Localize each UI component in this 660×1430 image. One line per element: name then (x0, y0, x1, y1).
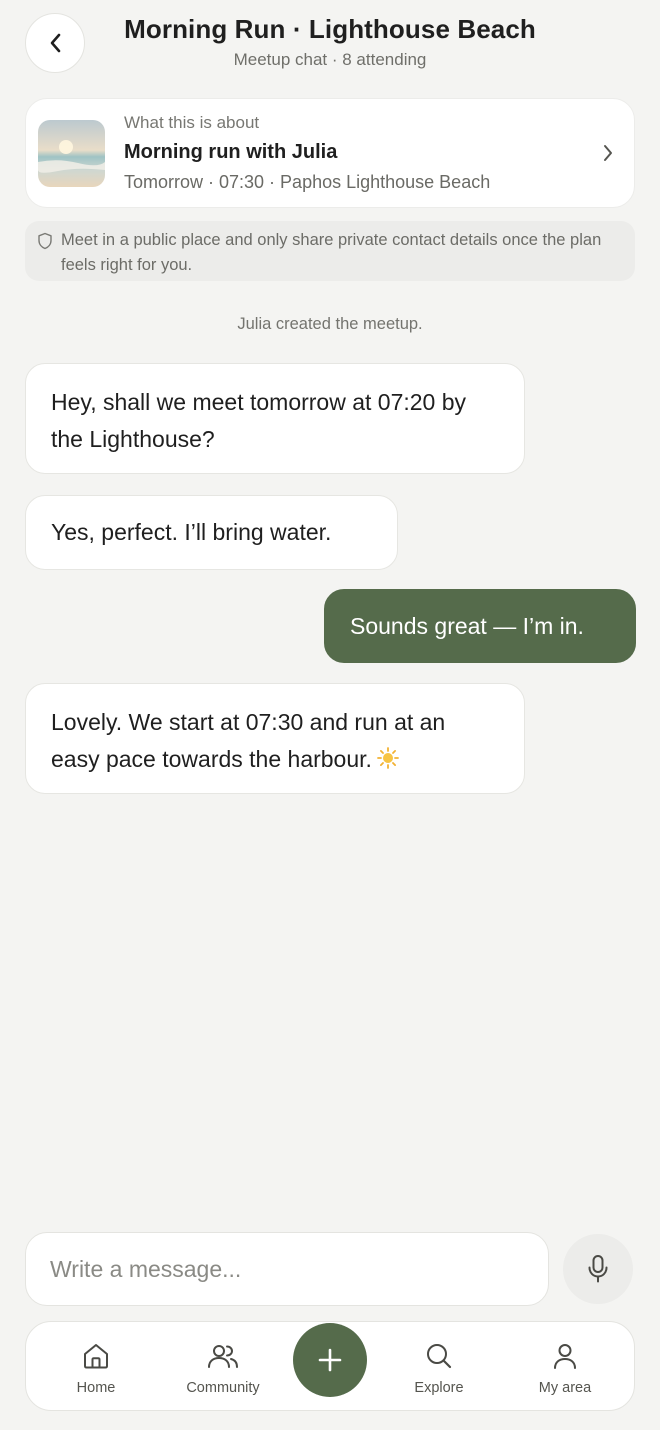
home-icon (81, 1340, 111, 1372)
context-meta: Tomorrow · 07:30 · Paphos Lighthouse Bea… (124, 172, 491, 192)
message-text: Hey, shall we meet tomorrow at 07:20 by … (51, 389, 467, 452)
message-bubble-incoming: Lovely. We start at 07:30 and run at an … (25, 683, 525, 794)
nav-item-community[interactable]: Community (168, 1322, 278, 1410)
system-message: Julia created the meetup. (237, 315, 423, 333)
nav-item-home[interactable]: Home (41, 1322, 151, 1410)
nav-item-explore[interactable]: Explore (384, 1322, 494, 1410)
meetup-thumbnail (38, 120, 105, 187)
page-subtitle: Meetup chat · 8 attending (233, 50, 427, 69)
safety-notice: Meet in a public place and only share pr… (25, 221, 635, 281)
sun-icon (377, 747, 399, 769)
meetup-context-card[interactable]: What this is about Morning run with Juli… (25, 98, 635, 208)
message-bubble-outgoing: Sounds great — I’m in. (324, 589, 636, 663)
nav-label: Home (76, 1380, 116, 1396)
shield-icon (38, 232, 52, 250)
nav-item-my-area[interactable]: My area (510, 1322, 620, 1410)
context-label: What this is about (124, 113, 260, 132)
microphone-icon (588, 1255, 608, 1283)
nav-label: Community (186, 1380, 260, 1396)
message-text: Yes, perfect. I’ll bring water. (51, 519, 332, 545)
message-bubble-incoming: Yes, perfect. I’ll bring water. (25, 495, 398, 570)
search-icon (424, 1340, 454, 1372)
user-icon (550, 1340, 580, 1372)
safety-text: Meet in a public place and only share pr… (61, 231, 602, 274)
community-icon (206, 1340, 240, 1372)
microphone-button[interactable] (563, 1234, 633, 1304)
chevron-right-icon (604, 145, 612, 161)
message-bubble-incoming: Hey, shall we meet tomorrow at 07:20 by … (25, 363, 525, 474)
meetup-chat-screen: Morning Run · Lighthouse Beach Meetup ch… (0, 0, 660, 1430)
nav-label: Explore (414, 1380, 464, 1396)
context-title: Morning run with Julia (124, 141, 338, 163)
plus-icon (318, 1348, 342, 1372)
message-input[interactable] (50, 1233, 530, 1305)
message-composer (25, 1232, 549, 1306)
create-button[interactable] (293, 1323, 367, 1397)
nav-label: My area (538, 1380, 592, 1396)
page-title: Morning Run · Lighthouse Beach (124, 14, 536, 44)
message-text: Sounds great — I’m in. (350, 613, 584, 639)
